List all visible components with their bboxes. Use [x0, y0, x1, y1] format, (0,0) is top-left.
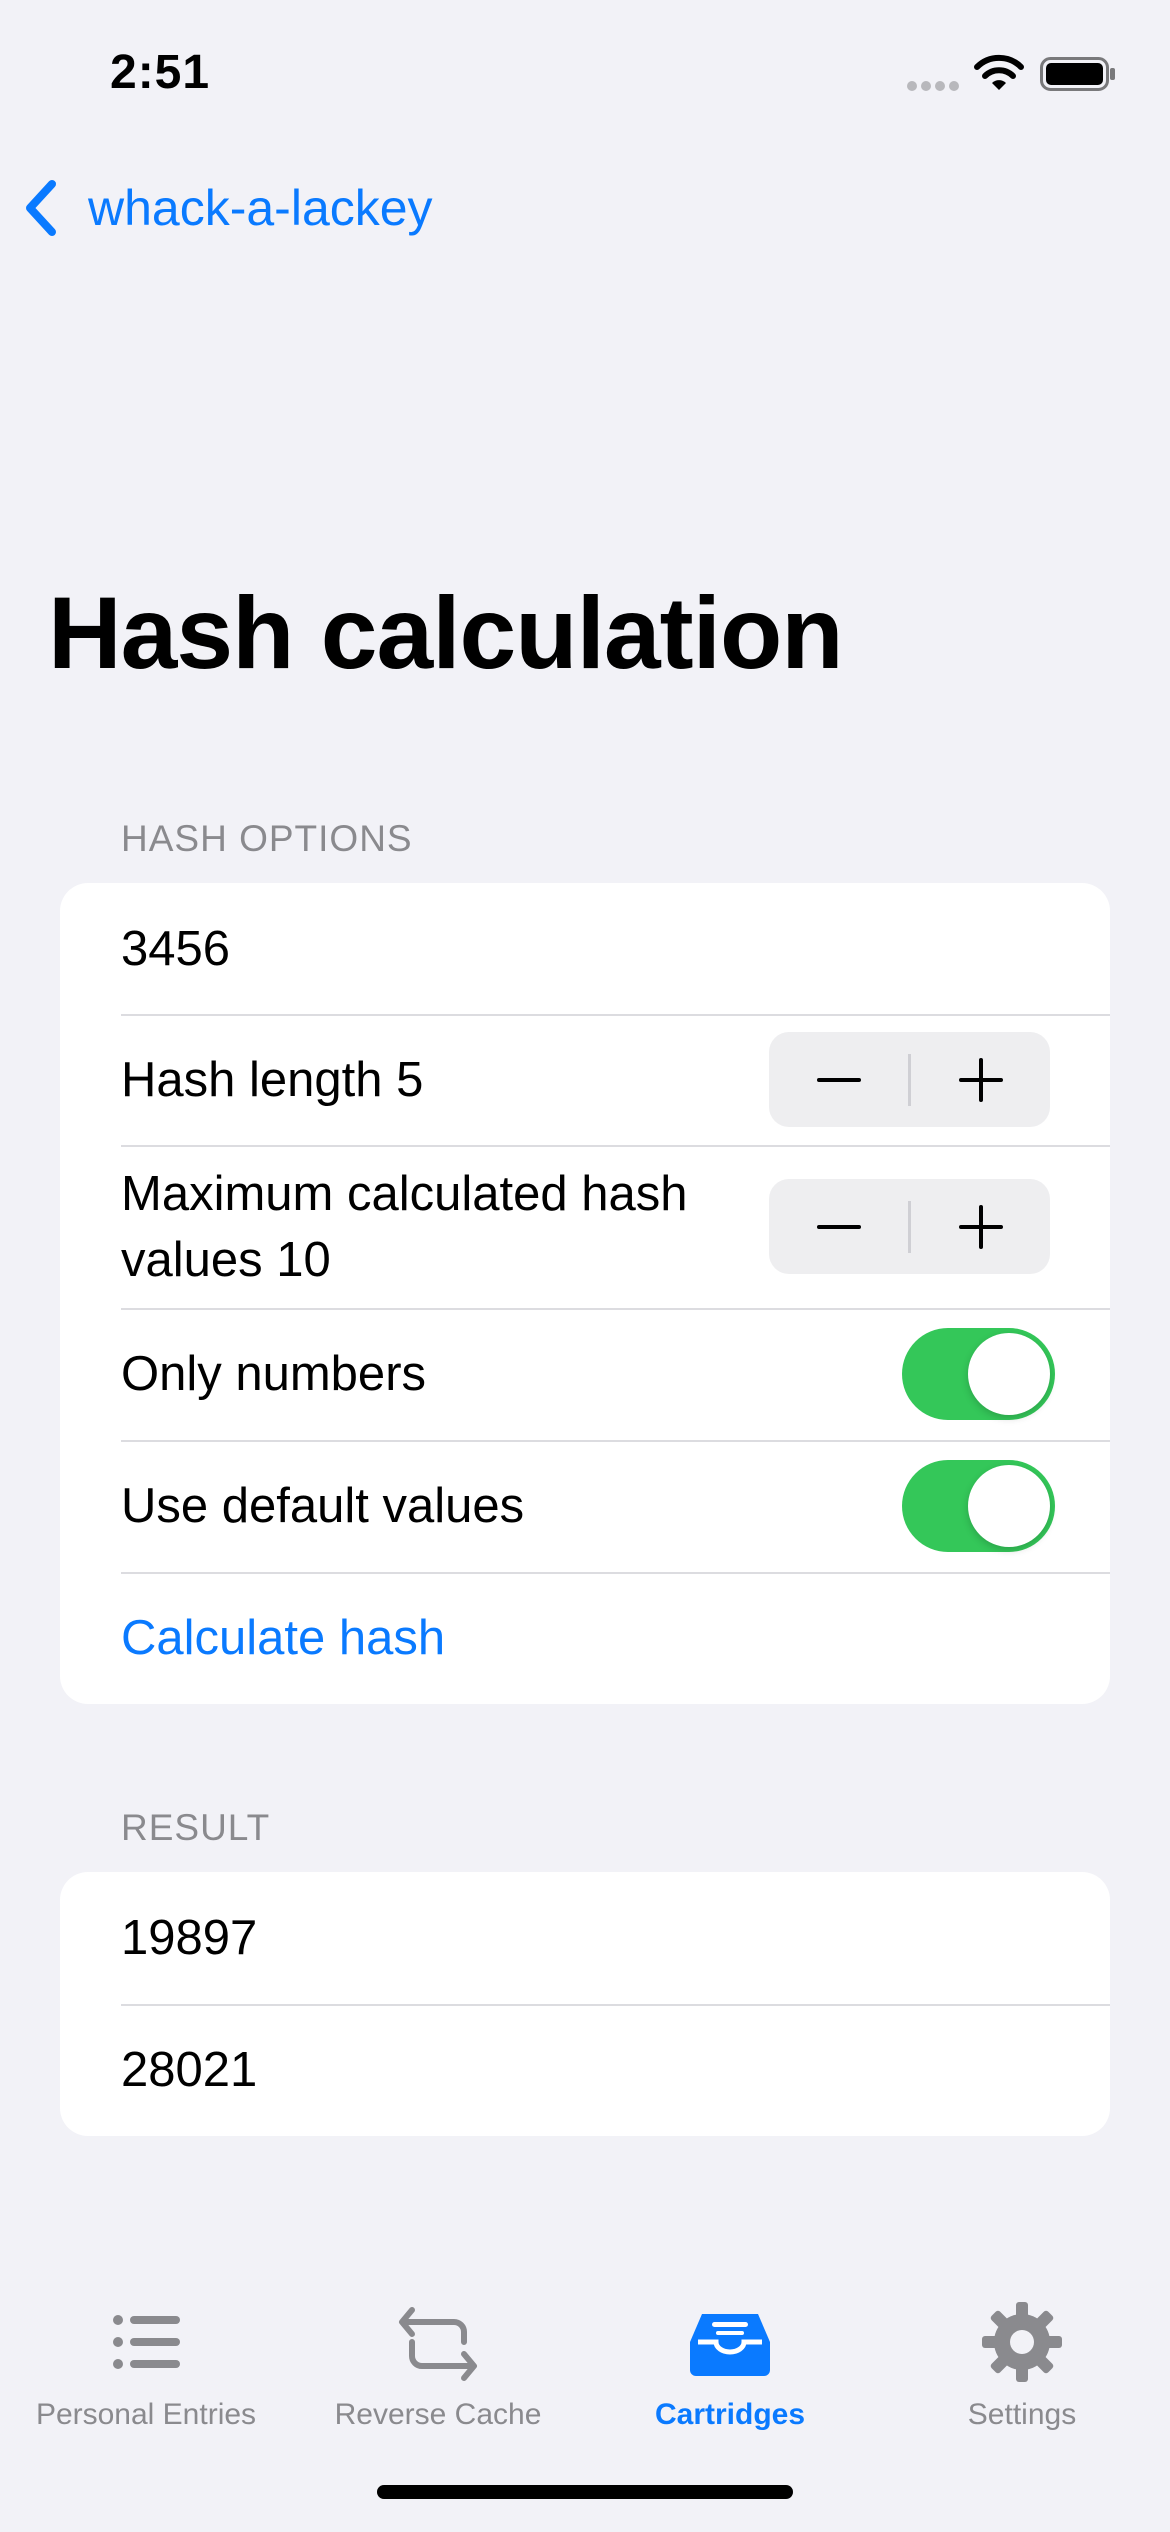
hash-length-stepper[interactable]	[769, 1032, 1050, 1127]
signal-dots-icon	[907, 81, 959, 91]
max-values-row: Maximum calculated hash values 10	[60, 1145, 1110, 1308]
max-values-decrement-button[interactable]	[769, 1179, 908, 1274]
only-numbers-toggle[interactable]	[902, 1328, 1055, 1420]
only-numbers-label: Only numbers	[121, 1347, 427, 1401]
hash-length-label: Hash length 5	[121, 1052, 424, 1107]
minus-icon	[816, 1224, 861, 1229]
page-title: Hash calculation	[48, 576, 844, 690]
tab-label: Personal Entries	[35, 2398, 257, 2431]
battery-icon	[1040, 57, 1115, 91]
wifi-icon	[974, 54, 1024, 90]
max-values-increment-button[interactable]	[911, 1179, 1050, 1274]
hash-length-row: Hash length 5	[60, 1014, 1110, 1145]
chevron-left-icon	[26, 180, 56, 236]
hash-length-decrement-button[interactable]	[769, 1032, 908, 1127]
plus-icon	[958, 1057, 1003, 1102]
gear-icon	[980, 2300, 1064, 2384]
hash-options-group: 3456 Hash length 5 Maximum calculated ha…	[60, 883, 1110, 1704]
tab-cartridges[interactable]: Cartridges	[584, 2240, 876, 2440]
max-values-label: Maximum calculated hash values 10	[121, 1166, 688, 1287]
hash-options-header: HASH OPTIONS	[121, 818, 413, 859]
only-numbers-row: Only numbers	[60, 1308, 1110, 1440]
result-value: 19897	[121, 1911, 258, 1965]
use-default-label: Use default values	[121, 1479, 525, 1533]
status-bar: 2:51	[0, 0, 1170, 140]
repeat-arrows-icon	[396, 2300, 480, 2384]
tab-label: Reverse Cache	[334, 2398, 542, 2431]
toggle-knob	[968, 1333, 1050, 1415]
result-header: RESULT	[121, 1807, 271, 1848]
tab-reverse-cache[interactable]: Reverse Cache	[292, 2240, 584, 2440]
use-default-toggle[interactable]	[902, 1460, 1055, 1552]
max-values-stepper[interactable]	[769, 1179, 1050, 1274]
tab-settings[interactable]: Settings	[876, 2240, 1168, 2440]
tab-label: Settings	[967, 2398, 1077, 2431]
hash-input-field[interactable]: 3456	[121, 916, 230, 982]
home-indicator	[377, 2485, 793, 2499]
list-item: 19897	[60, 1872, 1110, 2004]
result-value: 28021	[121, 2043, 258, 2097]
tab-personal-entries[interactable]: Personal Entries	[0, 2240, 292, 2440]
toggle-knob	[968, 1465, 1050, 1547]
use-default-row: Use default values	[60, 1440, 1110, 1572]
back-button-label: whack-a-lackey	[88, 180, 433, 236]
hash-input-row[interactable]: 3456	[60, 883, 1110, 1014]
plus-icon	[958, 1204, 1003, 1249]
back-button[interactable]: whack-a-lackey	[22, 170, 433, 246]
status-time: 2:51	[110, 46, 211, 99]
minus-icon	[816, 1077, 861, 1082]
tray-icon	[688, 2300, 772, 2384]
list-icon	[104, 2300, 188, 2384]
calculate-hash-row[interactable]: Calculate hash	[60, 1572, 1110, 1704]
result-group: 19897 28021	[60, 1872, 1110, 2136]
list-item: 28021	[60, 2004, 1110, 2136]
hash-length-increment-button[interactable]	[911, 1032, 1050, 1127]
calculate-hash-button[interactable]: Calculate hash	[121, 1605, 445, 1671]
tab-label: Cartridges	[654, 2398, 806, 2431]
